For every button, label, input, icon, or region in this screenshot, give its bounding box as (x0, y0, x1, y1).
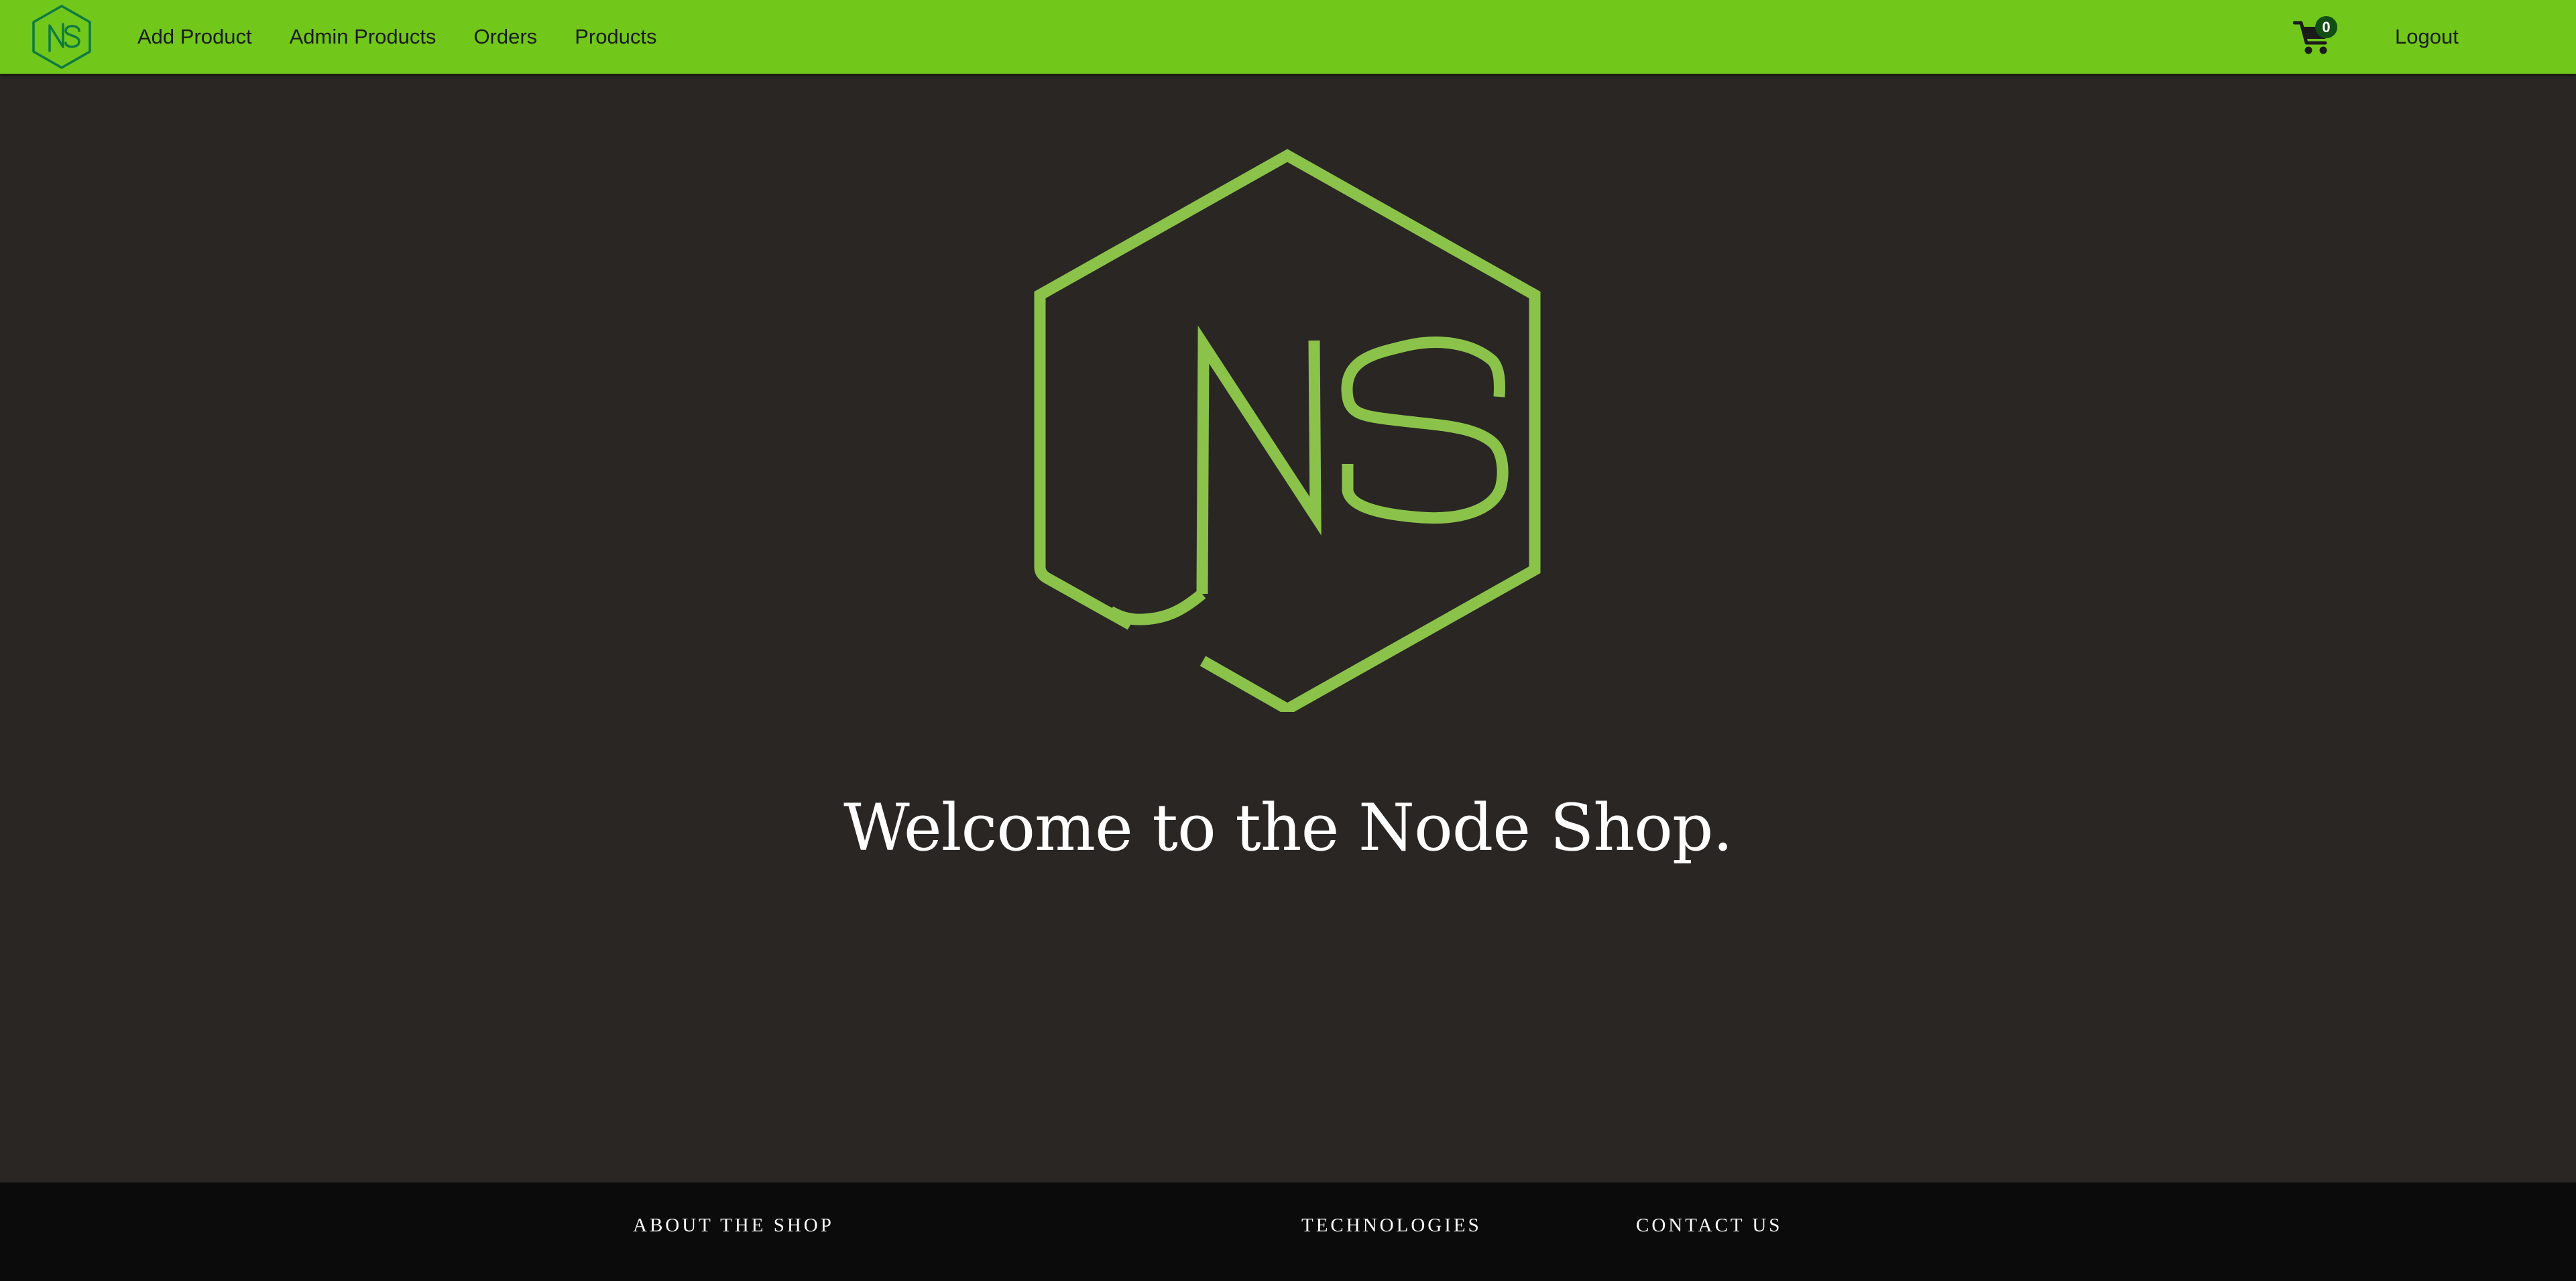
welcome-heading: Welcome to the Node Shop. (843, 790, 1733, 865)
nav-link-admin-products[interactable]: Admin Products (290, 25, 436, 49)
nav-link-orders[interactable]: Orders (473, 25, 537, 49)
nav-links: Add Product Admin Products Orders Produc… (137, 0, 695, 74)
nav-link-products[interactable]: Products (575, 25, 656, 49)
footer-contact-link[interactable]: Contact Us (1636, 1215, 1782, 1237)
ns-logo-icon[interactable] (31, 4, 93, 70)
footer-technologies-link[interactable]: Technologies (1301, 1215, 1482, 1237)
logout-link[interactable]: Logout (2395, 0, 2459, 74)
cart-count-badge: 0 (2315, 16, 2337, 38)
page-footer: About the Shop Technologies Contact Us (0, 1182, 2576, 1281)
nav-link-add-product[interactable]: Add Product (137, 25, 252, 49)
cart-button[interactable]: 0 (2293, 16, 2337, 58)
top-navbar: Add Product Admin Products Orders Produc… (0, 0, 2576, 74)
node-shop-logo-icon (1034, 149, 1541, 712)
footer-about-link[interactable]: About the Shop (633, 1215, 834, 1237)
